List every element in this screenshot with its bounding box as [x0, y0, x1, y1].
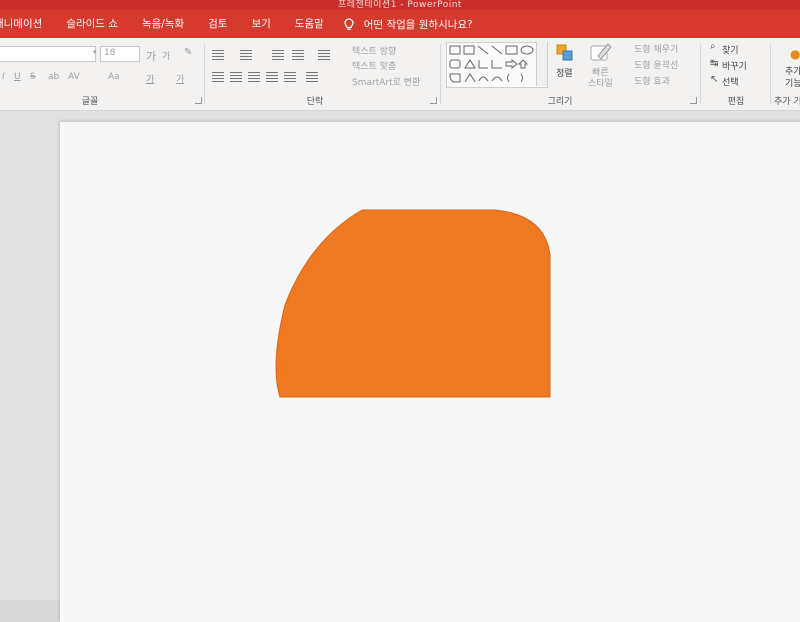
justify-icon[interactable]: [266, 72, 278, 82]
ribbon: ▾ 18 가 가 ✎ I U S ab AV Aa 가 가 글꼴 텍스트 방향 …: [0, 38, 800, 111]
shape-outline-button[interactable]: 도형 윤곽선: [634, 58, 678, 71]
tab-review[interactable]: 검토: [196, 10, 239, 38]
align-center-icon[interactable]: [230, 72, 242, 82]
font-size-box[interactable]: 18: [100, 46, 140, 62]
char-spacing-button[interactable]: ab: [48, 72, 59, 82]
group-separator: [700, 44, 701, 104]
italic-button[interactable]: I: [2, 72, 5, 82]
font-name-box[interactable]: [0, 46, 96, 62]
lightbulb-icon: [344, 17, 354, 31]
group-separator: [204, 44, 205, 104]
shape-effects-button[interactable]: 도형 효과: [634, 74, 670, 87]
font-color-button[interactable]: 가: [176, 72, 184, 85]
shrink-font-button[interactable]: 가: [162, 49, 170, 62]
tell-me-placeholder: 어떤 작업을 원하시나요?: [363, 18, 473, 31]
increase-indent-icon[interactable]: [292, 50, 304, 60]
paragraph-group-label: 단락: [306, 97, 324, 107]
gallery-scrollbar[interactable]: [536, 42, 547, 86]
shapes-gallery[interactable]: [446, 42, 548, 88]
font-group-label: 글꼴: [81, 97, 99, 107]
font-size-value: 18: [104, 48, 116, 58]
align-text-button[interactable]: 텍스트 맞춤: [352, 59, 396, 72]
line-spacing-icon[interactable]: [318, 50, 330, 60]
align-left-icon[interactable]: [212, 72, 224, 82]
group-separator: [770, 44, 771, 104]
highlight-button[interactable]: 가: [146, 72, 154, 85]
font-dialog-launcher[interactable]: [195, 97, 202, 104]
quick-styles-button[interactable]: 빠른 스타일: [588, 68, 613, 90]
find-button[interactable]: 찾기: [722, 43, 739, 56]
align-right-icon[interactable]: [248, 72, 260, 82]
addins-group-label: 추가 기: [774, 97, 800, 107]
quick-styles-icon[interactable]: [590, 42, 612, 67]
window-title: 프레젠테이션1 - PowerPoint: [338, 0, 462, 10]
strike-button[interactable]: S: [30, 72, 36, 82]
shape-fill-button[interactable]: 도형 채우기: [634, 42, 678, 55]
decrease-indent-icon[interactable]: [272, 50, 284, 60]
text-direction-button[interactable]: 텍스트 방향: [352, 44, 396, 57]
title-bar: 프레젠테이션1 - PowerPoint: [0, 0, 800, 10]
add-ins-icon[interactable]: ●: [790, 48, 800, 60]
replace-button[interactable]: 바꾸기: [722, 59, 747, 72]
bullets-icon[interactable]: [212, 50, 224, 60]
numbering-icon[interactable]: [240, 50, 252, 60]
editing-group-label: 편집: [727, 97, 745, 107]
arrange-icon[interactable]: [556, 44, 574, 65]
replace-icon[interactable]: ↹: [710, 59, 718, 69]
clear-format-icon[interactable]: ✎: [184, 48, 192, 58]
tell-me-search[interactable]: 어떤 작업을 원하시나요?: [344, 17, 473, 32]
drawing-group-label: 그리기: [547, 97, 573, 107]
group-separator: [440, 44, 441, 104]
align-vertical-icon[interactable]: [306, 72, 318, 82]
underline-button[interactable]: U: [14, 72, 21, 82]
columns-icon[interactable]: [284, 72, 296, 82]
spacing-button[interactable]: AV: [68, 72, 80, 82]
arrange-button[interactable]: 정렬: [556, 66, 573, 79]
select-button[interactable]: 선택: [722, 75, 739, 88]
tab-animations[interactable]: 애니메이션: [0, 10, 54, 38]
smartart-button[interactable]: SmartArt로 변환: [352, 75, 420, 88]
tab-view[interactable]: 보기: [239, 10, 282, 38]
paragraph-dialog-launcher[interactable]: [430, 97, 437, 104]
tab-help[interactable]: 도움말: [283, 10, 336, 38]
change-case-button[interactable]: Aa: [108, 72, 120, 82]
tab-recording[interactable]: 녹음/녹화: [130, 10, 196, 38]
orange-shape[interactable]: [270, 205, 560, 405]
tab-slide-show[interactable]: 슬라이드 쇼: [54, 10, 130, 38]
ribbon-tabs: 애니메이션 슬라이드 쇼 녹음/녹화 검토 보기 도움말 어떤 작업을 원하시나…: [0, 10, 800, 38]
chevron-down-icon[interactable]: ▾: [93, 49, 97, 56]
search-icon[interactable]: ⌕: [710, 42, 716, 52]
grow-font-button[interactable]: 가: [146, 48, 156, 64]
drawing-dialog-launcher[interactable]: [690, 97, 697, 104]
add-ins-button[interactable]: 추가 기능: [785, 66, 800, 90]
cursor-icon[interactable]: ↖: [710, 75, 718, 85]
